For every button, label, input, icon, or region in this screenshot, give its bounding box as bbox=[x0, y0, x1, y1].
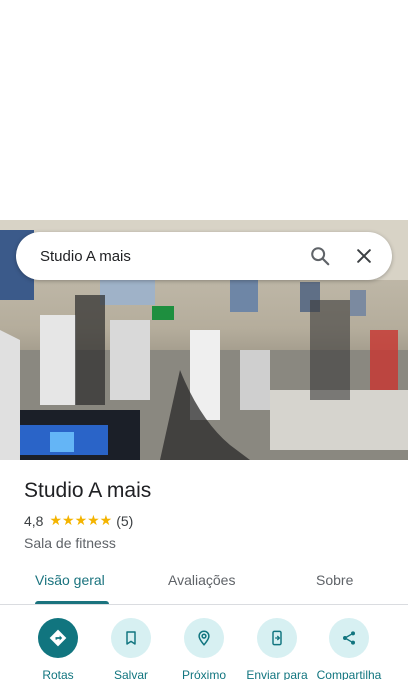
action-label: Rotas bbox=[42, 668, 74, 680]
action-label: Enviar para bbox=[246, 668, 308, 680]
active-tab-indicator bbox=[35, 601, 109, 604]
rating-value: 4,8 bbox=[24, 512, 44, 529]
search-bar[interactable]: Studio A mais bbox=[16, 232, 392, 280]
tab-reviews[interactable]: Avaliações bbox=[168, 572, 235, 588]
place-category[interactable]: Sala de fitness bbox=[24, 535, 384, 551]
action-label: Próximo bbox=[181, 668, 226, 680]
tab-about[interactable]: Sobre bbox=[316, 572, 353, 588]
review-count[interactable]: (5) bbox=[116, 513, 133, 529]
rating-row[interactable]: 4,8 ★★★★★ (5) bbox=[24, 512, 384, 529]
action-label: Compartilha bbox=[316, 668, 382, 680]
bookmark-icon bbox=[111, 618, 151, 658]
tab-bar: Visão geral Avaliações Sobre bbox=[0, 560, 408, 605]
tab-overview[interactable]: Visão geral bbox=[35, 572, 105, 588]
place-info: Studio A mais 4,8 ★★★★★ (5) Sala de fitn… bbox=[24, 478, 384, 551]
place-title: Studio A mais bbox=[24, 479, 152, 502]
share-button[interactable]: Compartilha bbox=[309, 618, 389, 680]
blank-area bbox=[0, 0, 408, 220]
action-bar: Rotas Salvar Próximo Enviar para Compart… bbox=[0, 618, 408, 680]
send-to-phone-button[interactable]: Enviar para bbox=[237, 618, 317, 680]
close-icon[interactable] bbox=[346, 238, 382, 274]
search-input[interactable]: Studio A mais bbox=[40, 248, 294, 265]
nearby-button[interactable]: Próximo bbox=[164, 618, 244, 680]
nearby-icon bbox=[184, 618, 224, 658]
star-rating-icon: ★★★★★ bbox=[49, 512, 113, 528]
save-button[interactable]: Salvar bbox=[91, 618, 171, 680]
action-label: Salvar bbox=[113, 668, 148, 680]
share-icon bbox=[329, 618, 369, 658]
send-to-phone-icon bbox=[257, 618, 297, 658]
search-icon[interactable] bbox=[302, 238, 338, 274]
directions-icon bbox=[38, 618, 78, 658]
directions-button[interactable]: Rotas bbox=[18, 618, 98, 680]
